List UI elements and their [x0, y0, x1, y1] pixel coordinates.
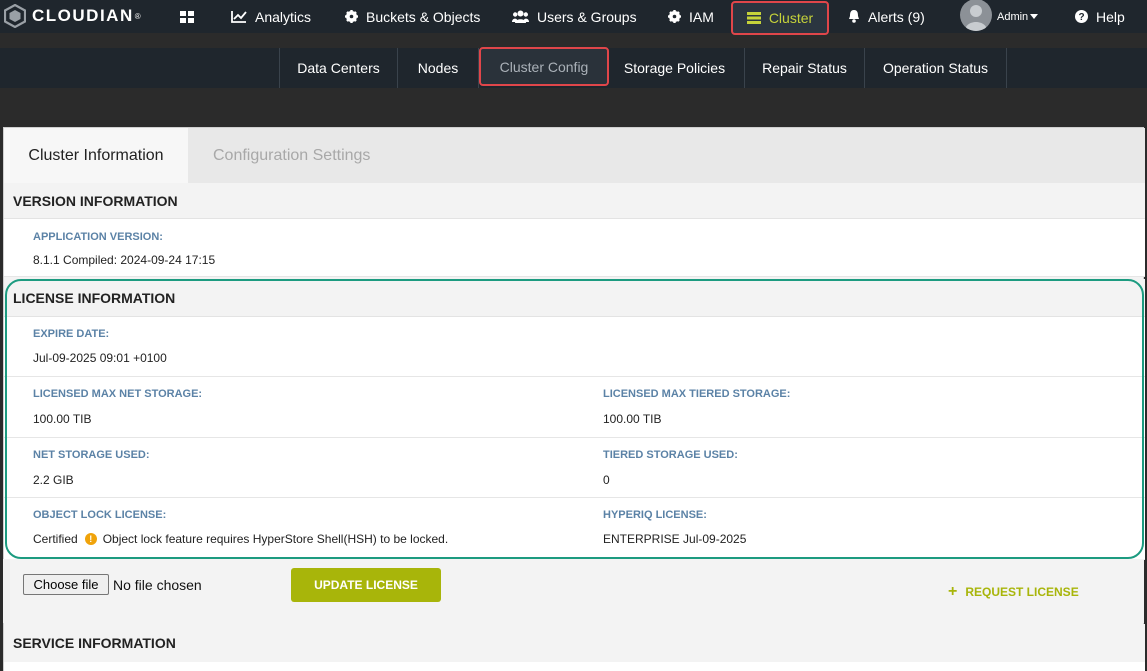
nav-cluster-label: Cluster	[768, 10, 814, 26]
cloudian-logo[interactable]: CLOUDIAN ®	[3, 3, 141, 29]
nav-help[interactable]: ? Help	[1075, 0, 1125, 33]
nav-iam-label: IAM	[689, 8, 714, 25]
cloudian-hex-icon	[3, 3, 27, 29]
bell-icon	[848, 10, 860, 23]
gear-icon	[345, 10, 358, 23]
version-information-header: VERSION INFORMATION	[4, 183, 1145, 219]
caret-down-icon	[1030, 14, 1039, 19]
license-upload-row: Choose file No file chosen UPDATE LICENS…	[3, 559, 1144, 623]
licensed-max-net-storage-value: 100.00 TIB	[33, 412, 92, 426]
storage-used-row: NET STORAGE USED: 2.2 GIB TIERED STORAGE…	[4, 438, 1145, 498]
warning-icon: !	[84, 533, 97, 545]
subnav-repair-status[interactable]: Repair Status	[745, 48, 865, 88]
tiered-storage-used-label: TIERED STORAGE USED:	[603, 449, 738, 461]
grid-icon	[180, 10, 194, 23]
question-circle-icon: ?	[1075, 10, 1088, 23]
request-license-label: REQUEST LICENSE	[965, 585, 1079, 599]
brand-registered-mark: ®	[134, 11, 141, 21]
expire-date-row: EXPIRE DATE: Jul-09-2025 09:01 +0100	[4, 317, 1145, 377]
user-menu[interactable]: Admin	[997, 0, 1039, 33]
user-menu-label: Admin	[997, 10, 1029, 23]
request-license-link[interactable]: + REQUEST LICENSE	[948, 583, 1079, 601]
nav-cluster[interactable]: Cluster	[731, 1, 829, 35]
subnav-storage-policies[interactable]: Storage Policies	[605, 48, 745, 88]
update-license-button[interactable]: UPDATE LICENSE	[291, 568, 441, 602]
version-row: APPLICATION VERSION: 8.1.1 Compiled: 202…	[4, 219, 1145, 277]
nav-iam[interactable]: IAM	[668, 0, 714, 33]
choose-file-button[interactable]: Choose file	[23, 574, 109, 595]
top-navigation-bar: CLOUDIAN ® Analytics Buckets & Objects U…	[0, 0, 1147, 35]
app-version-value: 8.1.1 Compiled: 2024-09-24 17:15	[33, 253, 216, 267]
user-avatar[interactable]	[960, 0, 992, 31]
nav-buckets-label: Buckets & Objects	[366, 8, 481, 25]
subnav-data-centers[interactable]: Data Centers	[279, 48, 398, 88]
nav-users-groups[interactable]: Users & Groups	[512, 0, 637, 33]
tab-cluster-information[interactable]: Cluster Information	[4, 128, 188, 183]
net-storage-used-value: 2.2 GIB	[33, 473, 74, 487]
no-file-chosen-text: No file chosen	[113, 577, 202, 593]
line-chart-icon	[231, 10, 247, 23]
users-icon	[512, 10, 529, 23]
hyperiq-license-value: ENTERPRISE Jul-09-2025	[603, 532, 747, 546]
licensed-max-tiered-storage-value: 100.00 TIB	[603, 412, 662, 426]
object-lock-status: Certified	[33, 532, 78, 546]
service-row	[4, 662, 1145, 671]
nav-analytics[interactable]: Analytics	[231, 0, 311, 33]
nav-analytics-label: Analytics	[255, 8, 312, 25]
nav-alerts-label: Alerts (9)	[868, 8, 925, 25]
app-version-label: APPLICATION VERSION:	[33, 231, 163, 243]
service-information-header: SERVICE INFORMATION	[4, 624, 1145, 662]
license-information-header: LICENSE INFORMATION	[4, 279, 1145, 317]
licensed-storage-row: LICENSED MAX NET STORAGE: 100.00 TIB LIC…	[4, 377, 1145, 438]
licensed-max-tiered-storage-label: LICENSED MAX TIERED STORAGE:	[603, 388, 791, 400]
tiered-storage-used-value: 0	[603, 473, 610, 487]
panel-tabs: Cluster Information Configuration Settin…	[4, 128, 1145, 183]
svg-text:?: ?	[1078, 12, 1084, 23]
expire-date-label: EXPIRE DATE:	[33, 328, 110, 340]
nav-buckets-objects[interactable]: Buckets & Objects	[345, 0, 480, 33]
nav-alerts[interactable]: Alerts (9)	[848, 0, 925, 33]
gear-icon	[668, 10, 681, 23]
object-lock-warning-text: Object lock feature requires HyperStore …	[102, 532, 449, 546]
server-icon	[746, 12, 761, 24]
nav-users-label: Users & Groups	[537, 8, 637, 25]
object-lock-row: OBJECT LOCK LICENSE: Certified ! Object …	[4, 498, 1145, 560]
dashboard-button[interactable]	[180, 0, 202, 33]
expire-date-value: Jul-09-2025 09:01 +0100	[33, 351, 167, 365]
tab-configuration-settings[interactable]: Configuration Settings	[213, 128, 370, 183]
subnav-operation-status[interactable]: Operation Status	[865, 48, 1007, 88]
plus-icon: +	[948, 583, 958, 600]
nav-help-label: Help	[1096, 8, 1125, 25]
brand-name: CLOUDIAN	[32, 6, 134, 25]
object-lock-license-label: OBJECT LOCK LICENSE:	[33, 509, 167, 521]
subnav-nodes[interactable]: Nodes	[398, 48, 479, 88]
subnav-cluster-config[interactable]: Cluster Config	[479, 47, 609, 86]
licensed-max-net-storage-label: LICENSED MAX NET STORAGE:	[33, 388, 203, 400]
object-lock-license-value: Certified ! Object lock feature requires…	[33, 532, 448, 546]
net-storage-used-label: NET STORAGE USED:	[33, 449, 150, 461]
hyperiq-license-label: HYPERIQ LICENSE:	[603, 509, 707, 521]
